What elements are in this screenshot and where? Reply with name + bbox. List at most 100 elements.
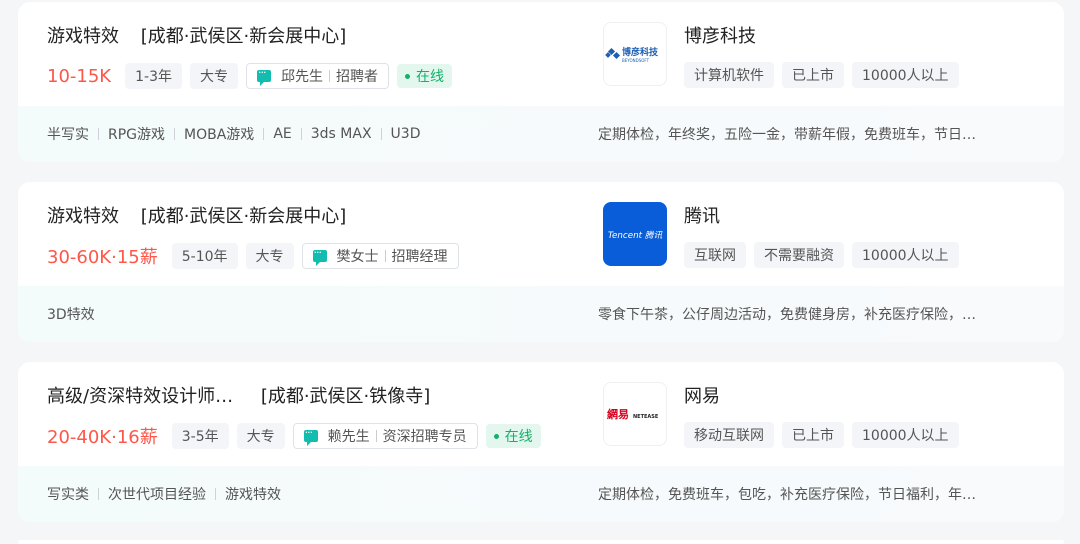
- skill-tag: U3D: [390, 126, 421, 142]
- industry-tag: 移动互联网: [684, 422, 774, 448]
- divider: [375, 430, 377, 442]
- recruiter-role: 招聘经理: [391, 249, 448, 265]
- recruiter-name: 邱先生: [280, 69, 323, 85]
- welfare-list: 定期体检，年终奖，五险一金，带薪年假，免费班车，节日…: [598, 106, 1028, 162]
- skill-tag: 游戏特效: [225, 487, 281, 503]
- netease-logo-icon: 網易 NETEASE: [607, 407, 659, 421]
- education-tag: 大专: [189, 63, 238, 89]
- job-info-row: 30-60K·15薪 5-10年 大专 樊女士 招聘经理: [47, 242, 467, 270]
- divider: [98, 488, 99, 500]
- skill-tag: 半写实: [47, 127, 89, 143]
- recruiter-chat-button[interactable]: 赖先生 资深招聘专员: [292, 423, 478, 449]
- skill-tag: RPG游戏: [108, 127, 166, 143]
- divider: [98, 128, 99, 140]
- chat-icon: [303, 426, 318, 446]
- company-logo[interactable]: 博彦科技 BEYONDSOFT: [603, 22, 667, 86]
- beyondsoft-logo-icon: 博彦科技 BEYONDSOFT: [605, 46, 659, 63]
- online-dot-icon: [493, 433, 499, 439]
- svg-text:NETEASE: NETEASE: [633, 414, 659, 420]
- skill-tags: 写实类 次世代项目经验 游戏特效: [47, 466, 281, 522]
- online-badge: 在线: [485, 424, 541, 448]
- welfare-text: 定期体检，年终奖，五险一金，带薪年假，免费班车，节日…: [598, 127, 976, 143]
- funding-tag: 不需要融资: [754, 242, 844, 268]
- job-title[interactable]: 游戏特效: [47, 202, 119, 228]
- recruiter-chat-button[interactable]: 邱先生 招聘者: [245, 63, 389, 89]
- funding-tag: 已上市: [782, 62, 844, 88]
- job-info-row: 10-15K 1-3年 大专 邱先生 招聘者 在线: [47, 62, 452, 90]
- company-name[interactable]: 腾讯: [684, 202, 720, 228]
- recruiter-role: 招聘者: [335, 69, 378, 85]
- job-card-footer: 半写实 RPG游戏 MOBA游戏 AE 3ds MAX U3D 定期体检，年终奖…: [18, 106, 1064, 162]
- job-title[interactable]: 游戏特效: [47, 22, 119, 48]
- online-dot-icon: [404, 73, 410, 79]
- salary: 10-15K: [47, 65, 112, 87]
- education-tag: 大专: [236, 423, 285, 449]
- job-card-footer: 写实类 次世代项目经验 游戏特效 定期体检，免费班车，包吃，补充医疗保险，节日福…: [18, 466, 1064, 522]
- job-card-footer: 3D特效 零食下午茶，公仔周边活动，免费健身房，补充医疗保险，…: [18, 286, 1064, 342]
- job-card-header: 游戏特效 [成都·武侯区·新会展中心] 10-15K 1-3年 大专 邱先生 招…: [18, 2, 1064, 106]
- chat-icon: [256, 66, 271, 86]
- job-title-row[interactable]: 游戏特效 [成都·武侯区·新会展中心]: [47, 22, 346, 48]
- job-title-row[interactable]: 游戏特效 [成都·武侯区·新会展中心]: [47, 202, 346, 228]
- job-info-row: 20-40K·16薪 3-5年 大专 赖先生 资深招聘专员 在线: [47, 422, 541, 450]
- company-logo[interactable]: Tencent 腾讯: [603, 202, 667, 266]
- skill-tag: 写实类: [47, 487, 89, 503]
- job-card[interactable]: 游戏特效 [成都·武侯区·新会展中心] 10-15K 1-3年 大专 邱先生 招…: [18, 2, 1064, 162]
- industry-tag: 互联网: [684, 242, 746, 268]
- recruiter-role: 资深招聘专员: [382, 429, 467, 445]
- divider: [384, 250, 386, 262]
- online-label: 在线: [504, 429, 533, 445]
- salary: 20-40K·16薪: [47, 427, 158, 448]
- divider: [300, 128, 302, 140]
- size-tag: 10000人以上: [852, 242, 959, 268]
- education-tag: 大专: [245, 243, 294, 269]
- company-tags: 计算机软件 已上市 10000人以上: [684, 62, 967, 88]
- skill-tags: 3D特效: [47, 286, 95, 342]
- svg-text:Tencent 腾讯: Tencent 腾讯: [608, 230, 664, 241]
- job-list: 游戏特效 [成都·武侯区·新会展中心] 10-15K 1-3年 大专 邱先生 招…: [0, 0, 1080, 544]
- experience-tag: 1-3年: [125, 63, 182, 89]
- svg-text:網易: 網易: [607, 407, 629, 421]
- recruiter-chat-button[interactable]: 樊女士 招聘经理: [301, 243, 459, 269]
- company-name[interactable]: 网易: [684, 382, 720, 408]
- skill-tag: 次世代项目经验: [108, 487, 206, 503]
- divider: [380, 128, 382, 140]
- skill-tag: 3ds MAX: [310, 126, 372, 142]
- online-label: 在线: [415, 69, 444, 85]
- svg-text:博彦科技: 博彦科技: [622, 46, 659, 58]
- skill-tag: 3D特效: [47, 307, 95, 323]
- size-tag: 10000人以上: [852, 62, 959, 88]
- company-name[interactable]: 博彦科技: [684, 22, 756, 48]
- welfare-list: 零食下午茶，公仔周边活动，免费健身房，补充医疗保险，…: [598, 286, 1028, 342]
- welfare-list: 定期体检，免费班车，包吃，补充医疗保险，节日福利，年…: [598, 466, 1028, 522]
- job-card[interactable]: 高级/资深特效设计师… [成都·武侯区·铁像寺] 20-40K·16薪 3-5年…: [18, 362, 1064, 522]
- experience-tag: 5-10年: [171, 243, 238, 269]
- company-tags: 移动互联网 已上市 10000人以上: [684, 422, 967, 448]
- funding-tag: 已上市: [782, 422, 844, 448]
- size-tag: 10000人以上: [852, 422, 959, 448]
- job-card-header: 游戏特效 [成都·武侯区·新会展中心] 30-60K·15薪 5-10年 大专 …: [18, 182, 1064, 286]
- online-badge: 在线: [396, 64, 452, 88]
- tencent-logo-icon: Tencent 腾讯: [608, 230, 664, 241]
- recruiter-name: 赖先生: [327, 429, 370, 445]
- svg-text:BEYONDSOFT: BEYONDSOFT: [622, 58, 650, 63]
- job-card[interactable]: [18, 540, 1064, 544]
- divider: [215, 488, 216, 500]
- job-title[interactable]: 高级/资深特效设计师…: [47, 382, 233, 408]
- welfare-text: 零食下午茶，公仔周边活动，免费健身房，补充医疗保险，…: [598, 307, 976, 323]
- job-location: [成都·武侯区·铁像寺]: [260, 386, 431, 407]
- skill-tags: 半写实 RPG游戏 MOBA游戏 AE 3ds MAX U3D: [47, 106, 420, 162]
- job-location: [成都·武侯区·新会展中心]: [140, 26, 347, 47]
- skill-tag: AE: [273, 126, 292, 142]
- divider: [174, 128, 176, 140]
- experience-tag: 3-5年: [171, 423, 229, 449]
- job-card[interactable]: 游戏特效 [成都·武侯区·新会展中心] 30-60K·15薪 5-10年 大专 …: [18, 182, 1064, 342]
- company-tags: 互联网 不需要融资 10000人以上: [684, 242, 967, 268]
- skill-tag: MOBA游戏: [184, 127, 255, 143]
- job-title-row[interactable]: 高级/资深特效设计师… [成都·武侯区·铁像寺]: [47, 382, 430, 408]
- company-logo[interactable]: 網易 NETEASE: [603, 382, 667, 446]
- divider: [263, 128, 265, 140]
- job-card-header: 高级/资深特效设计师… [成都·武侯区·铁像寺] 20-40K·16薪 3-5年…: [18, 362, 1064, 466]
- job-location: [成都·武侯区·新会展中心]: [140, 206, 347, 227]
- divider: [328, 70, 330, 82]
